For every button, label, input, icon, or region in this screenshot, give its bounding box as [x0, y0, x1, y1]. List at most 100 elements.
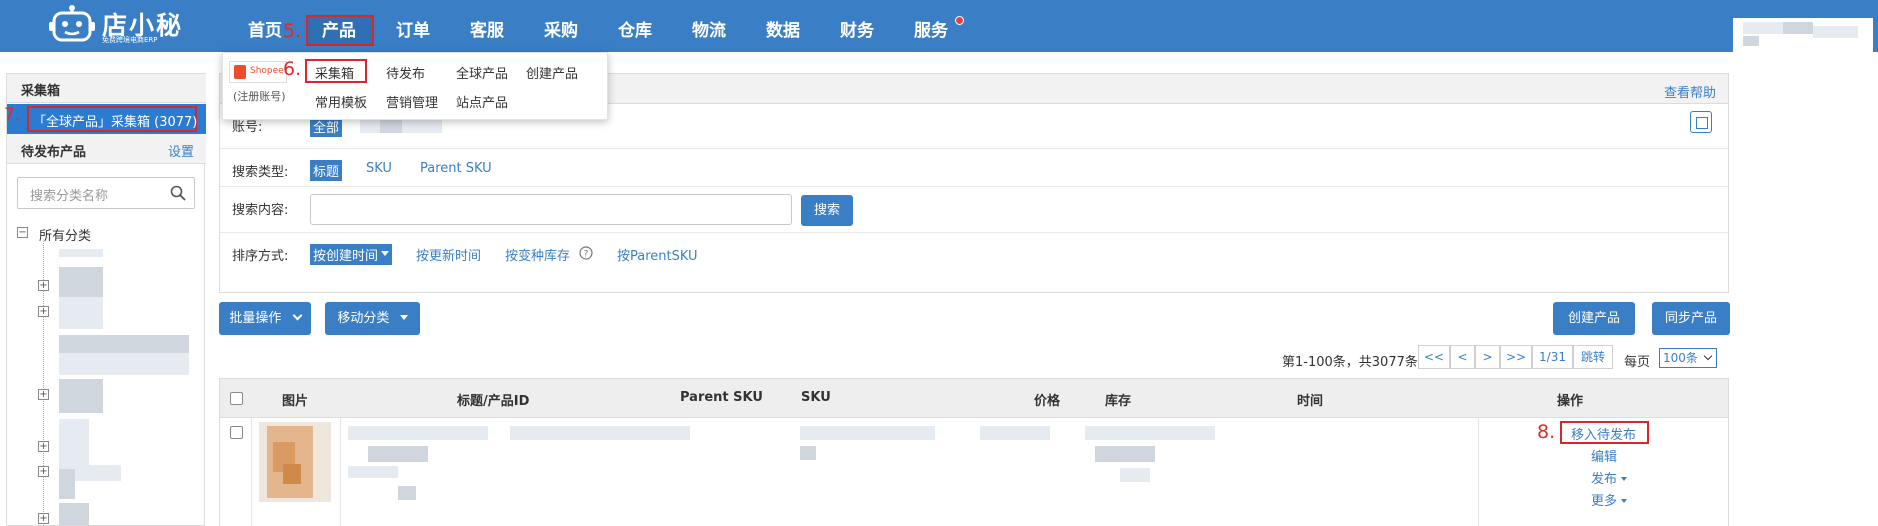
shopee-platform-badge[interactable]: Shopee: [229, 61, 287, 83]
search-type-title[interactable]: 标题: [310, 160, 343, 181]
sort-label: 排序方式:: [232, 249, 289, 264]
move-category-button[interactable]: 移动分类: [325, 302, 420, 335]
blurred-product-id: [398, 486, 416, 500]
edit-link[interactable]: 编辑: [1591, 446, 1617, 465]
blurred-category: [75, 465, 121, 481]
sidebar-active-label: 「全球产品」采集箱 (3077): [27, 106, 197, 132]
column-parent-sku: Parent SKU: [680, 390, 763, 405]
pagination-jump[interactable]: 跳转: [1573, 345, 1613, 369]
expand-icon[interactable]: +: [38, 466, 49, 477]
register-account-link[interactable]: (注册账号): [233, 88, 286, 104]
sidebar-header: 采集箱: [7, 73, 206, 103]
row-checkbox[interactable]: [230, 426, 243, 439]
search-button[interactable]: 搜索: [801, 195, 853, 226]
pagination-current-page[interactable]: 1/31: [1532, 345, 1573, 369]
nav-orders[interactable]: 订单: [396, 16, 430, 41]
expand-icon[interactable]: +: [38, 389, 49, 400]
product-image[interactable]: [259, 422, 331, 502]
sort-create-time[interactable]: 按创建时间: [310, 244, 393, 265]
help-circle-icon[interactable]: ?: [579, 246, 593, 260]
pagination-first[interactable]: <<: [1418, 345, 1450, 369]
nav-logistics[interactable]: 物流: [692, 16, 726, 41]
notification-dot: [955, 16, 964, 25]
publish-label: 发布: [1591, 472, 1618, 487]
move-to-pending-link[interactable]: 移入待发布: [1571, 424, 1636, 443]
help-link[interactable]: 查看帮助: [1664, 82, 1716, 101]
batch-operations-label: 批量操作: [229, 311, 282, 326]
blurred-time: [1120, 468, 1150, 482]
column-image: 图片: [282, 394, 309, 409]
blurred-sku: [800, 426, 935, 440]
nav-data[interactable]: 数据: [766, 16, 800, 41]
menu-site-products[interactable]: 站点产品: [456, 92, 508, 111]
sort-update-time[interactable]: 按更新时间: [416, 245, 481, 264]
collapse-icon[interactable]: −: [17, 227, 28, 238]
nav-customer-service[interactable]: 客服: [470, 16, 504, 41]
create-product-button[interactable]: 创建产品: [1553, 302, 1635, 335]
search-icon[interactable]: [170, 185, 186, 201]
menu-create-product[interactable]: 创建产品: [526, 63, 578, 82]
expand-icon[interactable]: +: [38, 513, 49, 524]
product-dropdown-menu: Shopee (注册账号) 采集箱 待发布 全球产品 创建产品 常用模板 营销管…: [222, 52, 608, 120]
menu-pending-publish[interactable]: 待发布: [386, 63, 425, 82]
per-page-select[interactable]: 100条: [1659, 348, 1717, 368]
caret-down-icon: [381, 251, 390, 256]
pagination-next[interactable]: >: [1475, 345, 1500, 369]
nav-home[interactable]: 首页: [248, 16, 282, 41]
blurred-sku: [800, 446, 816, 460]
sidebar-settings-link[interactable]: 设置: [168, 141, 194, 160]
blurred-parent-sku: [510, 426, 690, 440]
product-table-header: 图片 标题/产品ID Parent SKU SKU 价格 库存 时间 操作: [219, 378, 1729, 418]
blurred-title: [348, 466, 398, 478]
pagination-last[interactable]: >>: [1500, 345, 1532, 369]
menu-marketing[interactable]: 营销管理: [386, 92, 438, 111]
nav-finance[interactable]: 财务: [840, 16, 874, 41]
blurred-category: [59, 267, 103, 297]
search-content-label: 搜索内容:: [232, 203, 289, 218]
nav-services[interactable]: 服务: [914, 16, 948, 41]
search-type-parent-sku[interactable]: Parent SKU: [420, 161, 492, 176]
publish-link[interactable]: 发布: [1591, 468, 1628, 487]
table-row: [219, 418, 1729, 526]
nav-product[interactable]: 产品: [322, 16, 356, 41]
menu-collection-box[interactable]: 采集箱: [315, 63, 354, 82]
blurred-category: [59, 353, 189, 375]
annotation-8: 8.: [1537, 421, 1556, 443]
sidebar-item-global-collection-box[interactable]: 「全球产品」采集箱 (3077): [7, 104, 206, 134]
search-type-sku[interactable]: SKU: [366, 161, 392, 176]
shopee-bag-icon: [234, 65, 246, 79]
more-link[interactable]: 更多: [1591, 490, 1628, 509]
chevron-down-icon: [292, 310, 303, 321]
select-all-checkbox[interactable]: [230, 392, 243, 405]
search-content-input[interactable]: [310, 194, 792, 225]
caret-down-icon: [399, 315, 408, 320]
expand-icon[interactable]: +: [38, 306, 49, 317]
menu-common-templates[interactable]: 常用模板: [315, 92, 367, 111]
logo[interactable]: 店小秘 免费跨境电商ERP: [48, 2, 228, 50]
caret-down-icon: [1621, 477, 1628, 481]
blurred-price: [980, 426, 1050, 440]
category-search-input[interactable]: 搜索分类名称: [17, 177, 195, 209]
expand-icon[interactable]: +: [38, 441, 49, 452]
sort-variant-stock[interactable]: 按变种库存: [505, 245, 570, 264]
search-content-row: 搜索内容: 搜索: [220, 187, 1728, 233]
collapse-panel-icon[interactable]: [1690, 111, 1712, 133]
blurred-category: [59, 335, 189, 353]
batch-operations-button[interactable]: 批量操作: [219, 302, 311, 335]
column-sku: SKU: [801, 390, 831, 405]
blurred-time: [1095, 446, 1155, 462]
menu-global-products[interactable]: 全球产品: [456, 63, 508, 82]
top-navigation-bar: 店小秘 免费跨境电商ERP 首页 产品 订单 客服 采购 仓库 物流 数据 财务…: [0, 0, 1878, 52]
chevron-down-icon: [1703, 351, 1713, 361]
pagination-summary: 第1-100条，共3077条: [1282, 355, 1418, 370]
expand-icon[interactable]: +: [38, 280, 49, 291]
blurred-category: [59, 469, 75, 499]
per-page-label: 每页: [1624, 355, 1651, 370]
user-account-area[interactable]: [1733, 18, 1873, 52]
pagination-prev[interactable]: <: [1450, 345, 1475, 369]
sync-product-button[interactable]: 同步产品: [1652, 302, 1730, 335]
nav-warehouse[interactable]: 仓库: [618, 16, 652, 41]
sort-parent-sku[interactable]: 按ParentSKU: [617, 245, 698, 264]
blurred-category: [59, 419, 89, 469]
nav-purchase[interactable]: 采购: [544, 16, 578, 41]
